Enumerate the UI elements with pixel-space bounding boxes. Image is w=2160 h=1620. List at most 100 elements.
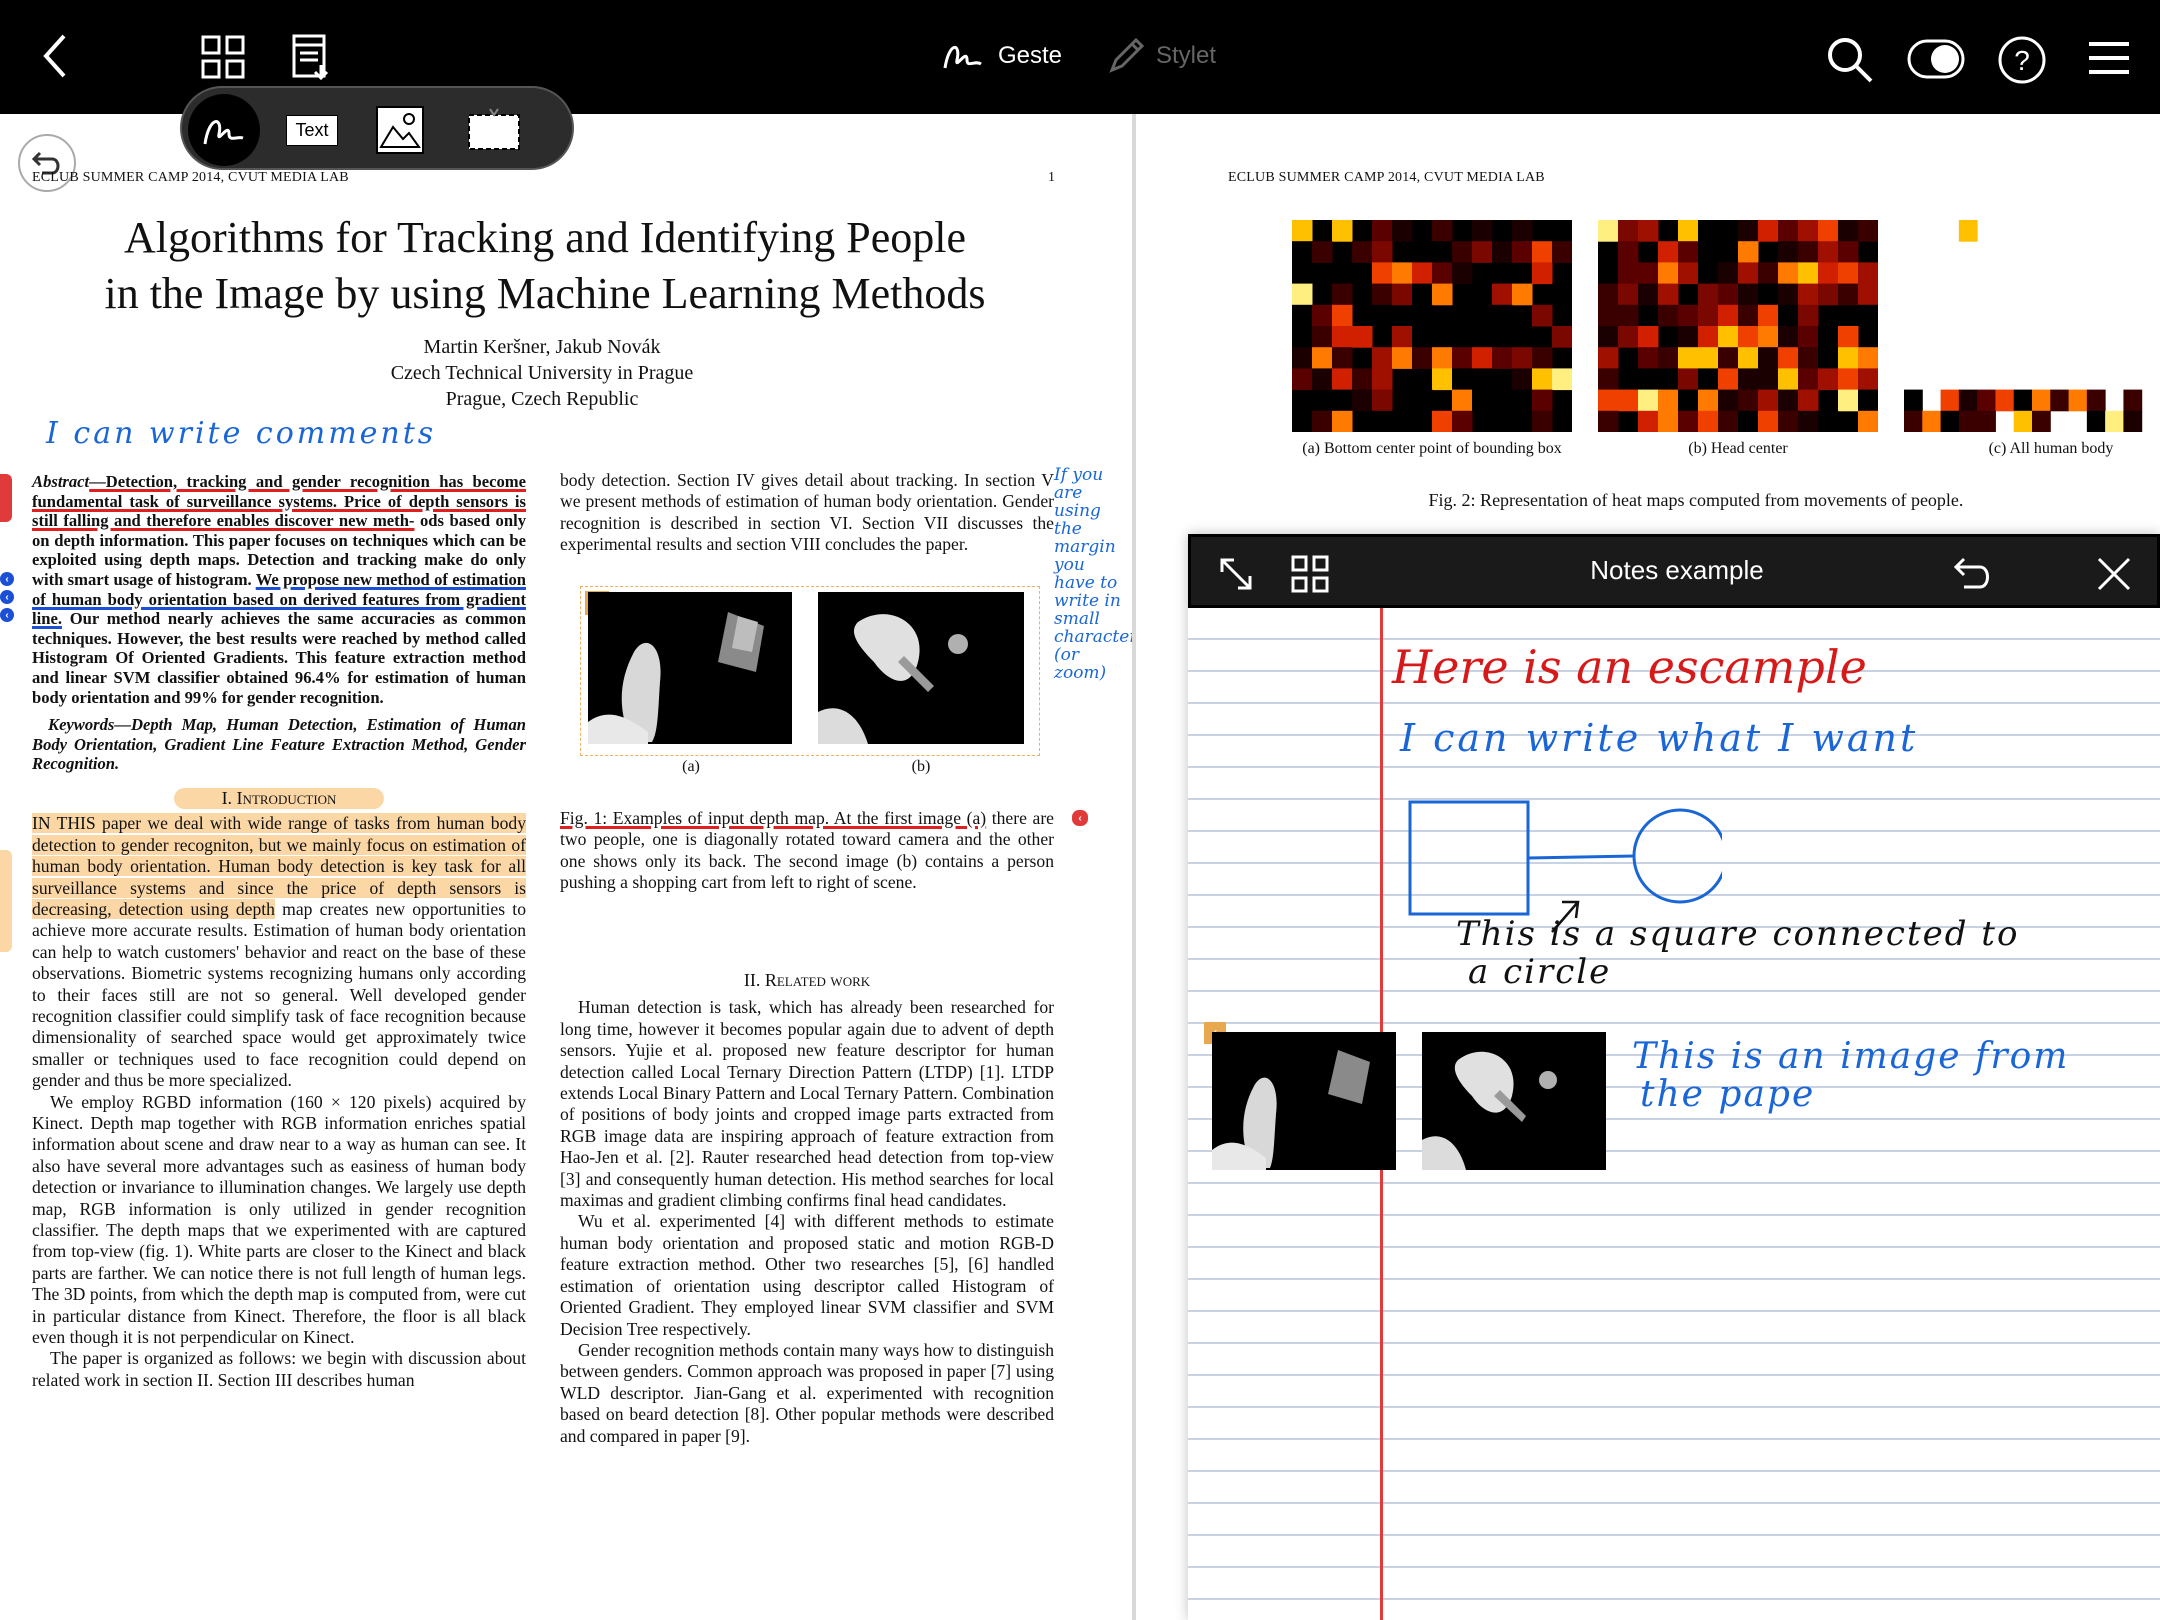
heatmap-cell bbox=[1678, 347, 1699, 369]
gesture-label[interactable]: Geste bbox=[998, 42, 1062, 70]
heatmap-cell bbox=[1738, 347, 1759, 369]
heatmap-cell bbox=[2032, 410, 2051, 432]
notes-grid-icon[interactable] bbox=[1287, 551, 1333, 597]
heatmap-cell bbox=[1492, 304, 1513, 327]
heatmap-cell bbox=[1512, 368, 1533, 391]
heatmap-cell bbox=[2050, 389, 2070, 412]
notes-window[interactable]: Notes example Here is an escample I can … bbox=[1188, 534, 2160, 1620]
heatmap-cell bbox=[1532, 389, 1553, 412]
red-margin-tab[interactable] bbox=[0, 474, 12, 522]
heatmap-cell bbox=[1698, 410, 1719, 432]
heatmap-cell bbox=[1332, 410, 1353, 432]
note-line-4a[interactable]: This is an image from bbox=[1632, 1036, 2069, 1077]
heatmap-cell bbox=[1698, 262, 1719, 285]
related-work: II. Related work Human detection is task… bbox=[560, 970, 1054, 1447]
heatmap-cell bbox=[1904, 410, 1923, 432]
heatmap-cell bbox=[1432, 283, 1453, 306]
heatmap-cell bbox=[1718, 262, 1739, 285]
keywords: Keywords—Depth Map, Human Detection, Est… bbox=[32, 715, 526, 774]
blue-marker-1[interactable]: ‹ bbox=[0, 572, 14, 586]
heatmap-cell bbox=[1798, 368, 1819, 391]
heatmap-cell bbox=[1492, 347, 1513, 369]
note-line-4b[interactable]: the pape bbox=[1640, 1074, 1815, 1115]
heatmap-cell bbox=[1332, 347, 1353, 369]
heatmap-cell bbox=[1718, 410, 1739, 432]
search-icon[interactable] bbox=[1822, 32, 1878, 88]
heatmap-cell bbox=[1718, 241, 1739, 263]
heatmap-cell bbox=[1312, 241, 1333, 263]
stylus-icon[interactable] bbox=[1104, 34, 1148, 78]
heatmap-cell bbox=[1638, 283, 1659, 306]
help-icon[interactable]: ? bbox=[1994, 32, 2050, 88]
blue-marker-3[interactable]: ‹ bbox=[0, 608, 14, 622]
notes-titlebar: Notes example bbox=[1188, 534, 2160, 608]
heatmap-cell bbox=[2105, 410, 2124, 432]
blue-marker-2[interactable]: ‹ bbox=[0, 590, 14, 604]
heatmap-cell bbox=[1738, 326, 1759, 348]
notes-undo-icon[interactable] bbox=[1947, 549, 1997, 597]
heatmap-cell bbox=[1977, 410, 1996, 432]
red-annotation-marker[interactable]: ‹ bbox=[1072, 810, 1088, 826]
heatmap-cell bbox=[1372, 410, 1393, 432]
close-icon[interactable] bbox=[2089, 549, 2139, 599]
heatmap-cell bbox=[1638, 347, 1659, 369]
heatmap-cell bbox=[1352, 368, 1373, 391]
heatmap-cell bbox=[1778, 389, 1799, 412]
heatmap-cell bbox=[1372, 389, 1393, 412]
heatmap-cell bbox=[1858, 262, 1878, 285]
back-icon[interactable] bbox=[30, 26, 80, 86]
menu-icon[interactable] bbox=[2084, 36, 2134, 80]
heatmap-cell bbox=[1758, 220, 1779, 242]
heatmap-cell bbox=[1332, 304, 1353, 327]
margin-handwritten-note[interactable]: If you are using the margin you have to … bbox=[1054, 466, 1132, 682]
heatmap-cell bbox=[1412, 347, 1433, 369]
heatmap-cell bbox=[1758, 368, 1779, 391]
inserted-depth-map-b[interactable] bbox=[1422, 1032, 1606, 1170]
text-tool[interactable]: Text bbox=[276, 94, 348, 166]
heatmap-cell bbox=[1472, 241, 1493, 263]
heatmap-cell bbox=[1332, 368, 1353, 391]
heatmap-cell bbox=[1372, 304, 1393, 327]
orange-margin-tab[interactable] bbox=[0, 850, 12, 952]
heatmap-cell bbox=[2086, 410, 2106, 432]
heatmap-cell bbox=[1332, 220, 1353, 242]
heatmap-cell bbox=[1618, 326, 1639, 348]
toggle-icon[interactable] bbox=[1906, 36, 1966, 82]
pen-tool[interactable] bbox=[188, 94, 260, 166]
note-line-2[interactable]: I can write what I want bbox=[1400, 716, 1918, 760]
thumbnails-icon[interactable] bbox=[196, 30, 250, 84]
heatmap-cell bbox=[1312, 347, 1333, 369]
heatmap-cell bbox=[1738, 262, 1759, 285]
heatmap-cell bbox=[1678, 326, 1699, 348]
heatmap-cell bbox=[1798, 410, 1819, 432]
heatmap-cell bbox=[1432, 410, 1453, 432]
heatmap-cell bbox=[1492, 241, 1513, 263]
heatmap-cell bbox=[1678, 368, 1699, 391]
heatmap-cell bbox=[1552, 283, 1572, 306]
expand-icon[interactable] bbox=[1211, 549, 1261, 599]
export-icon[interactable] bbox=[286, 30, 336, 84]
handwritten-comment[interactable]: I can write comments bbox=[46, 416, 436, 451]
gesture-icon[interactable] bbox=[938, 34, 988, 78]
heatmap-cell bbox=[1512, 220, 1533, 242]
heatmap-cell bbox=[1392, 347, 1413, 369]
heatmap-cell bbox=[1598, 304, 1619, 327]
note-line-1[interactable]: Here is an escample bbox=[1392, 640, 1867, 694]
heatmap-cell bbox=[1778, 410, 1799, 432]
heatmap-cell bbox=[1598, 283, 1619, 306]
pdf-page-1[interactable]: ECLUB SUMMER CAMP 2014, CVUT MEDIA LAB 1… bbox=[0, 114, 1132, 1620]
heatmap-cell bbox=[1838, 241, 1859, 263]
heatmap-cell bbox=[1512, 347, 1533, 369]
inserted-depth-map-a[interactable] bbox=[1212, 1032, 1396, 1170]
heatmap-cell bbox=[1758, 283, 1779, 306]
heatmap-cell bbox=[1372, 241, 1393, 263]
stylus-label[interactable]: Stylet bbox=[1156, 42, 1216, 70]
image-tool[interactable] bbox=[364, 94, 436, 166]
heatmap-cell bbox=[1372, 220, 1393, 242]
heatmap-cell bbox=[1618, 283, 1639, 306]
heatmap-cell bbox=[1798, 220, 1819, 242]
note-line-3b[interactable]: a circle bbox=[1468, 952, 1611, 992]
heatmap-cell bbox=[1658, 347, 1679, 369]
selection-tool[interactable] bbox=[458, 94, 530, 166]
note-line-3a[interactable]: This is a square connected to bbox=[1456, 914, 2019, 954]
